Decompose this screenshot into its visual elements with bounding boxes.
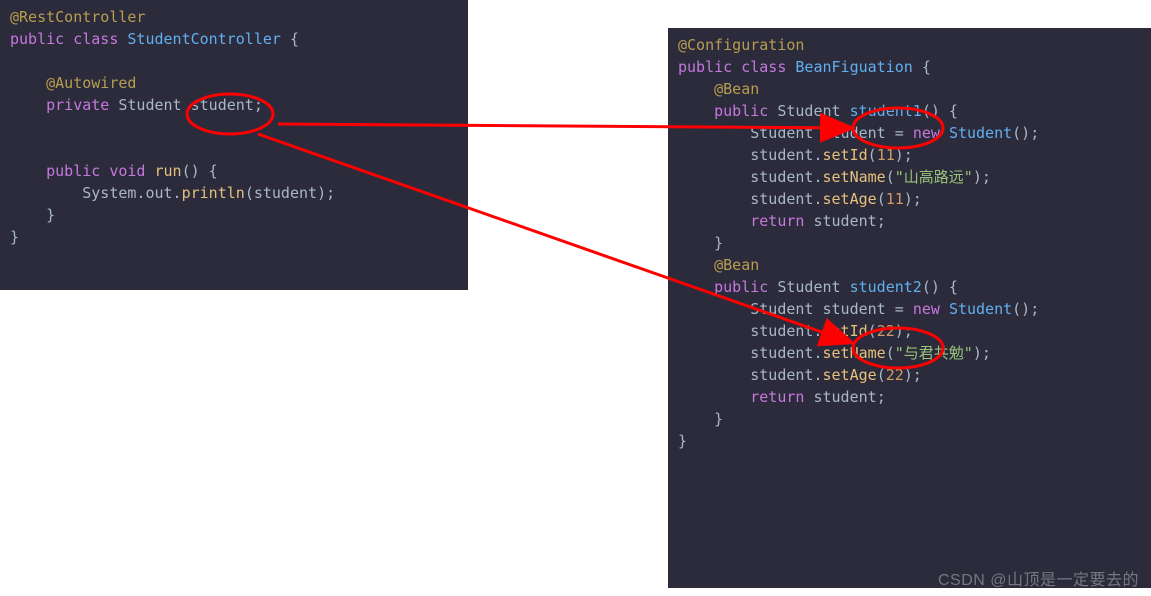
annotation-bean-1: @Bean [714,80,759,98]
autowired-field-student: student [191,96,254,114]
class-name-left: StudentController [127,30,281,48]
method-run: run [155,162,182,180]
csdn-watermark: CSDN @山顶是一定要去的 [938,566,1139,590]
annotation-autowired: @Autowired [46,74,136,92]
annotation-configuration: @Configuration [678,36,804,54]
annotation-bean-2: @Bean [714,256,759,274]
bean-method-student2: student2 [850,278,922,296]
code-block-left: @RestController public class StudentCont… [0,0,468,290]
annotation-restcontroller: @RestController [10,8,145,26]
bean-method-student1: student1 [850,102,922,120]
code-block-right: @Configuration public class BeanFiguatio… [668,28,1151,588]
class-name-right: BeanFiguation [795,58,912,76]
